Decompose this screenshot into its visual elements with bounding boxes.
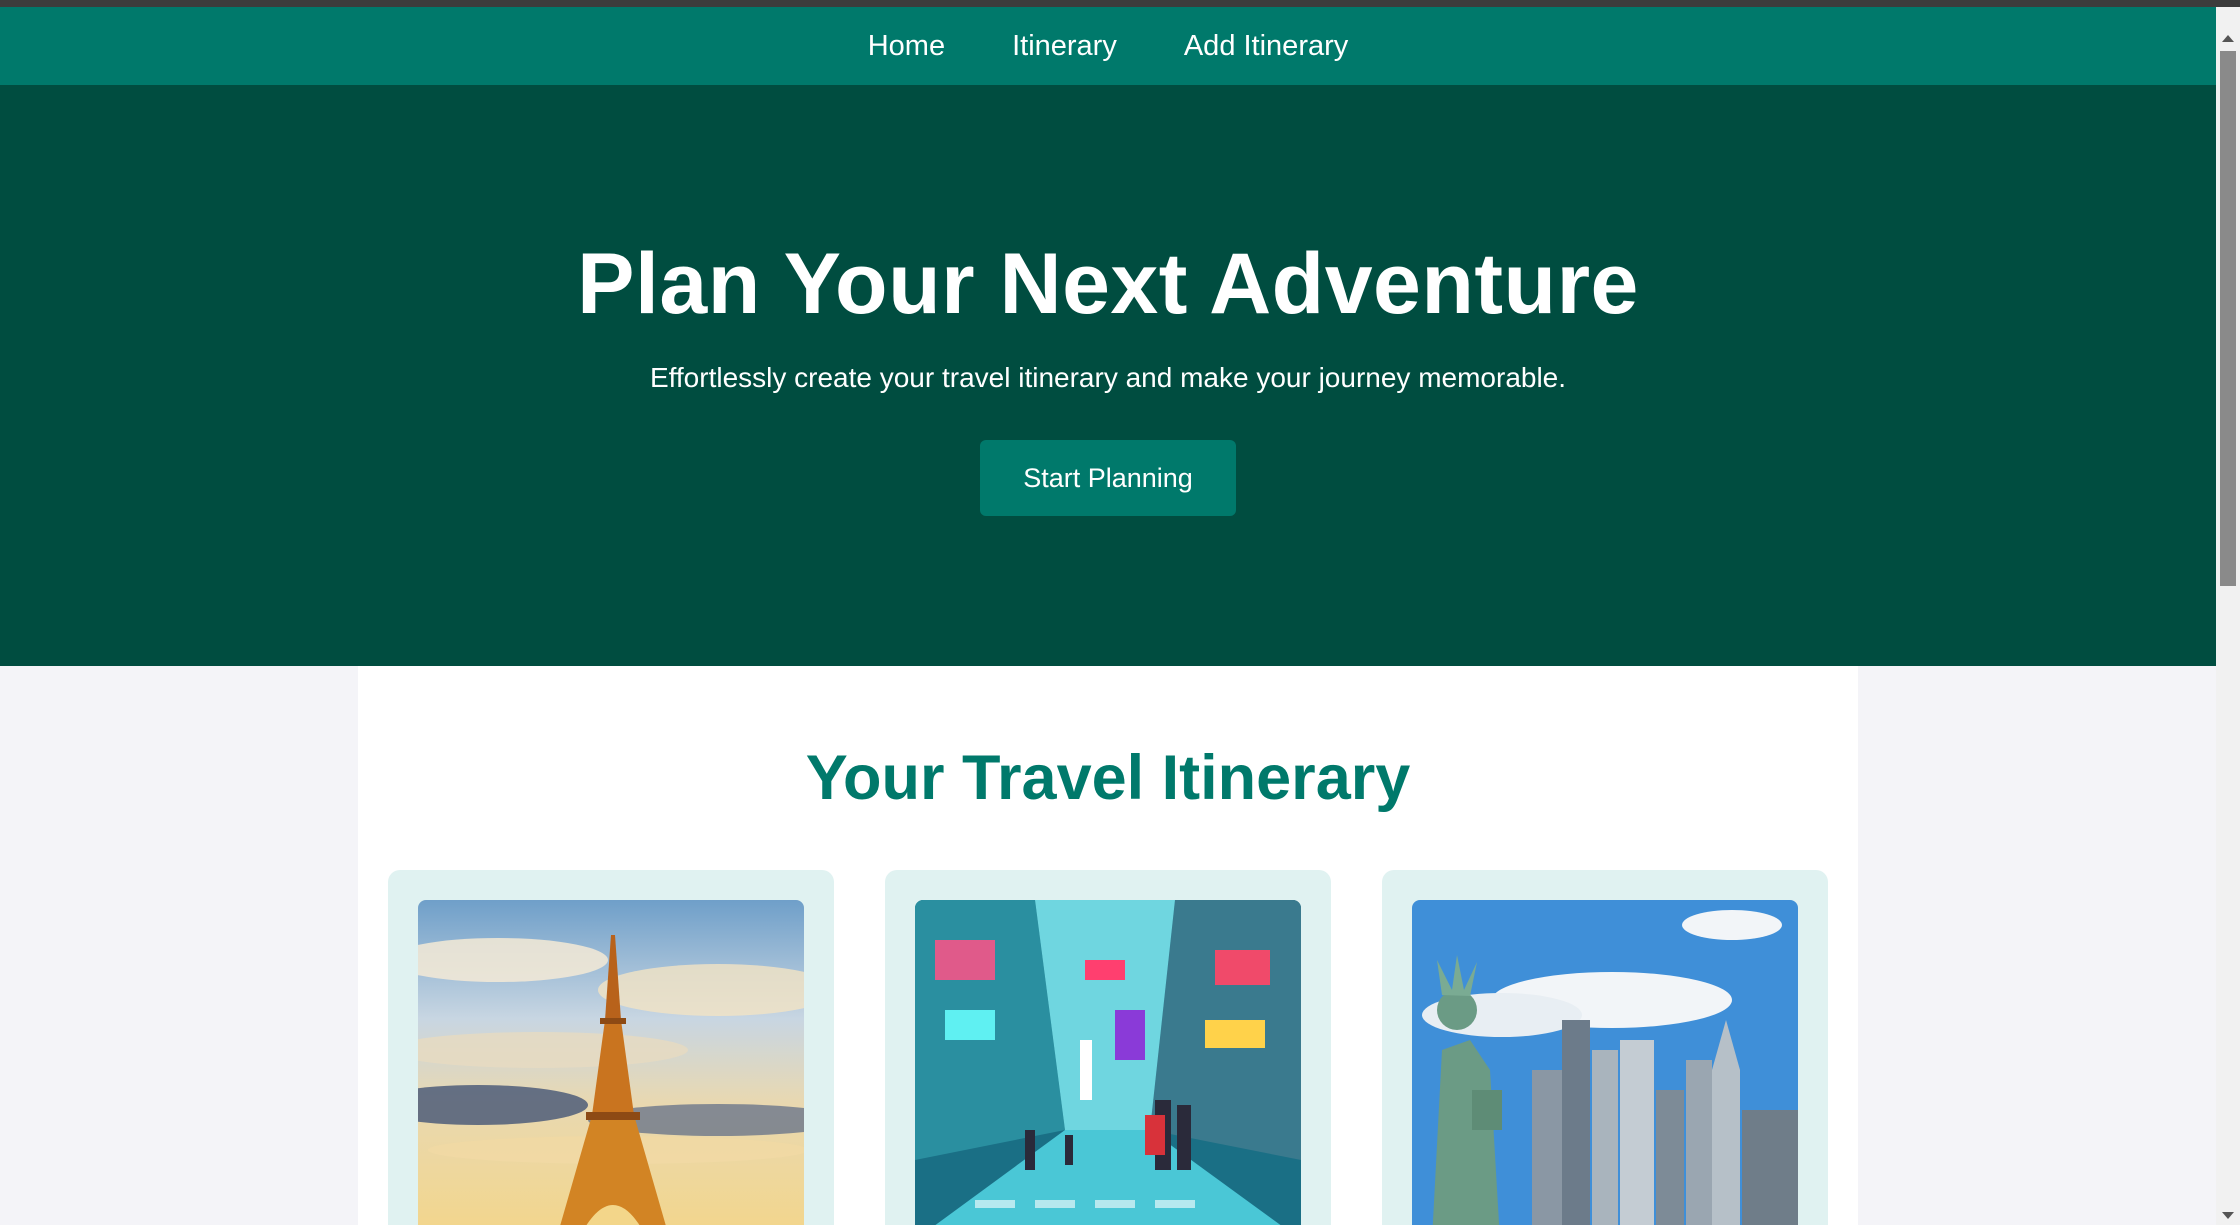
nav-home-link[interactable]: Home — [868, 30, 945, 63]
hero-subtitle: Effortlessly create your travel itinerar… — [649, 362, 1567, 393]
nav-add-itinerary-link[interactable]: Add Itinerary — [1184, 30, 1348, 63]
top-navigation: Home Itinerary Add Itinerary — [0, 7, 2216, 85]
itinerary-card-tokyo[interactable] — [885, 870, 1331, 1225]
scrollbar-thumb[interactable] — [2220, 51, 2236, 586]
hero-section: Plan Your Next Adventure Effortlessly cr… — [0, 85, 2216, 666]
browser-top-edge — [0, 0, 2240, 7]
itinerary-heading: Your Travel Itinerary — [805, 743, 1411, 813]
nav-itinerary-link[interactable]: Itinerary — [1012, 30, 1117, 63]
neon-city-street-photo — [915, 900, 1301, 1225]
itinerary-section: Your Travel Itinerary — [358, 666, 1858, 1225]
itinerary-card-paris[interactable] — [388, 870, 834, 1225]
scroll-up-arrow-icon[interactable] — [2222, 35, 2234, 42]
vertical-scrollbar[interactable] — [2216, 7, 2240, 1225]
hero-title: Plan Your Next Adventure — [577, 236, 1639, 332]
eiffel-tower-photo — [418, 900, 804, 1225]
itinerary-card-new-york[interactable] — [1382, 870, 1828, 1225]
statue-of-liberty-skyline-photo — [1412, 900, 1798, 1225]
scroll-down-arrow-icon[interactable] — [2222, 1212, 2234, 1219]
start-planning-button[interactable]: Start Planning — [980, 440, 1236, 516]
